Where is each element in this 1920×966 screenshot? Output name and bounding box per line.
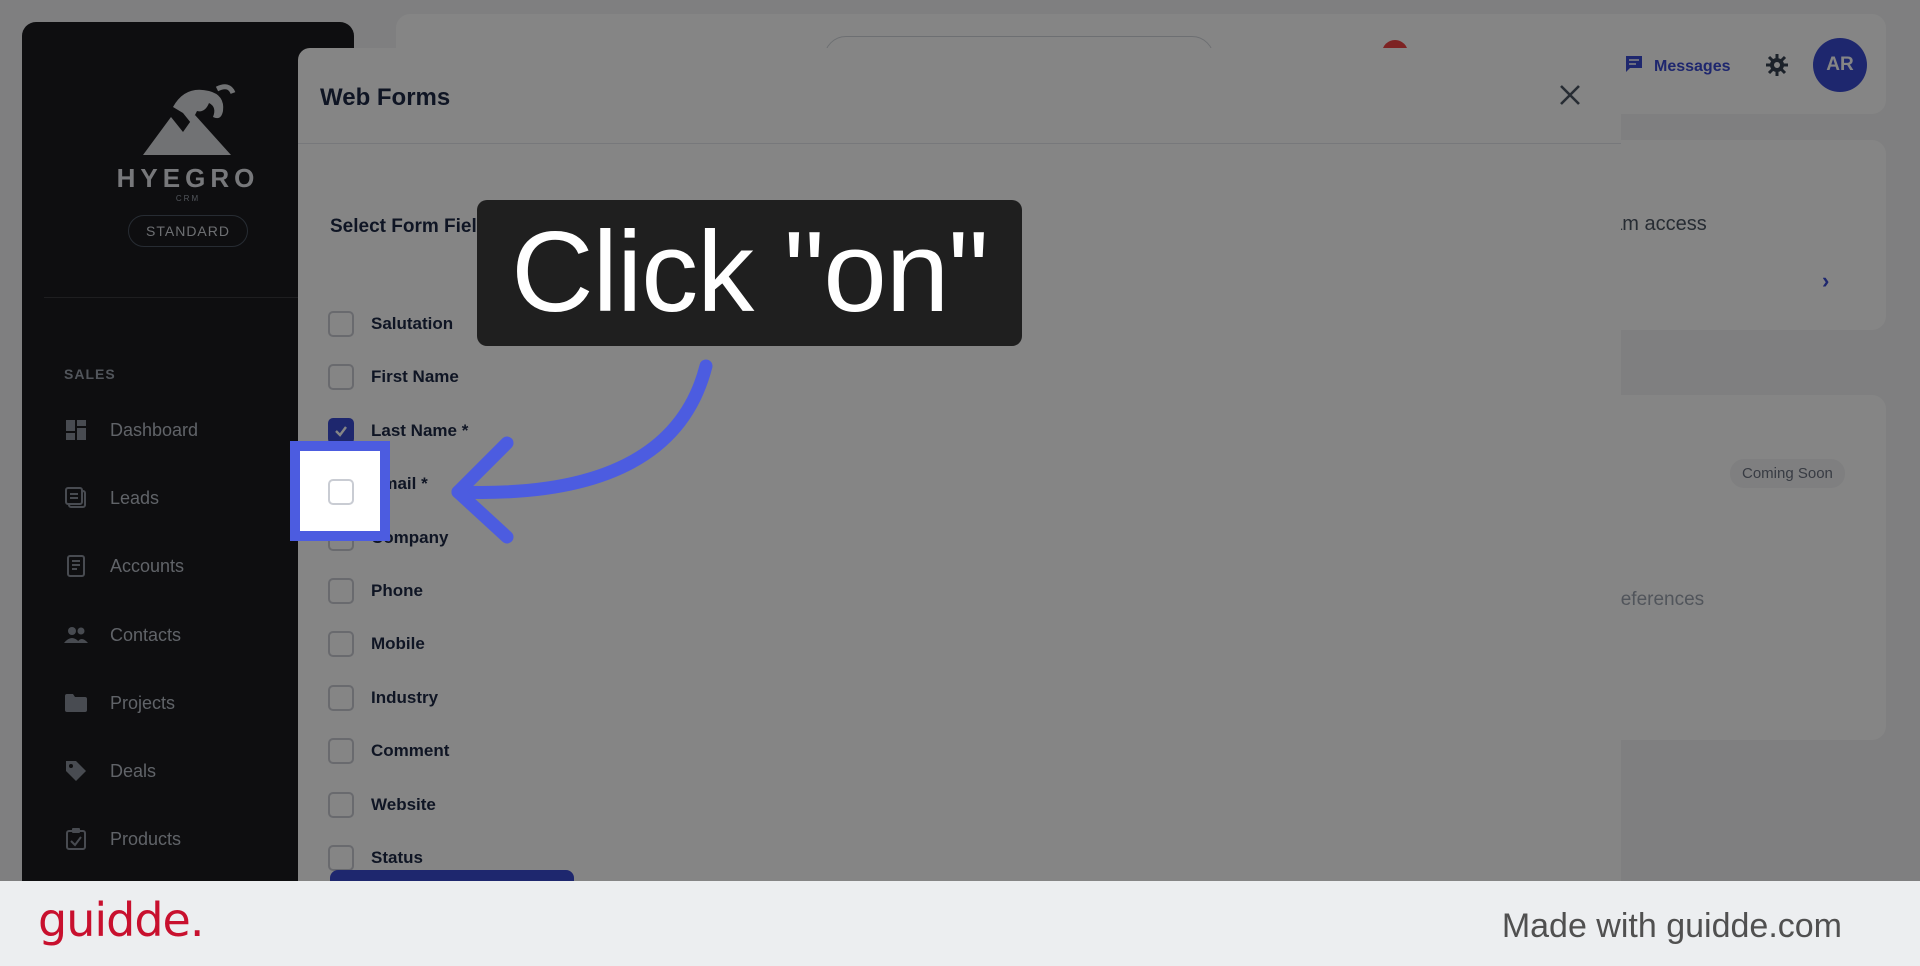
footer-bar: guidde. Made with guidde.com	[0, 881, 1920, 966]
tooltip-text: Click "on"	[511, 209, 988, 336]
guidde-logo: guidde.	[38, 893, 204, 947]
made-with-text: Made with guidde.com	[1501, 907, 1842, 945]
pointer-arrow-icon	[451, 359, 713, 544]
instruction-tooltip: Click "on"	[477, 200, 1022, 346]
